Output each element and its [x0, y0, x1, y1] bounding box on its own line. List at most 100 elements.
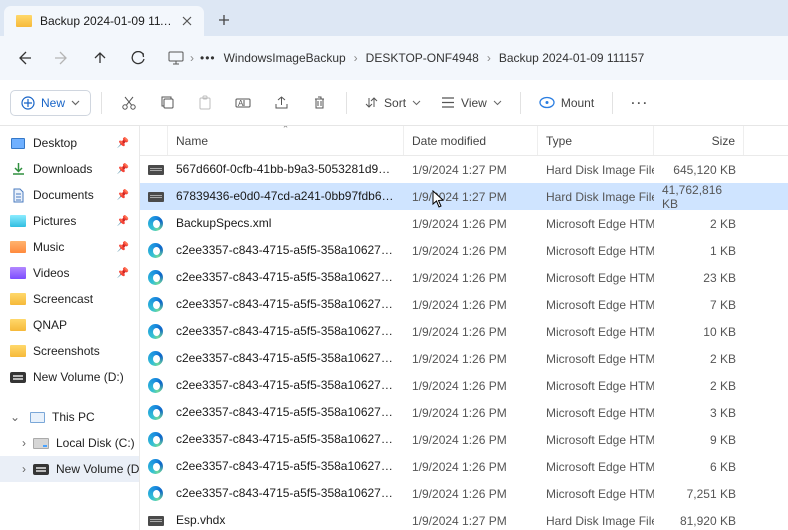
- chevron-right-icon[interactable]: ›: [354, 51, 358, 65]
- file-type: Microsoft Edge HTM...: [538, 352, 654, 366]
- navigation-pane: Desktop📌Downloads📌Documents📌Pictures📌Mus…: [0, 126, 140, 530]
- overflow-icon[interactable]: •••: [200, 51, 216, 65]
- copy-button[interactable]: [150, 87, 184, 119]
- file-row[interactable]: c2ee3357-c843-4715-a5f5-358a106278f2_Wri…: [140, 372, 788, 399]
- sidebar-item-icon: [10, 239, 26, 255]
- file-row[interactable]: c2ee3357-c843-4715-a5f5-358a106278f2_Add…: [140, 237, 788, 264]
- chevron-right-icon[interactable]: ›: [487, 51, 491, 65]
- address-bar[interactable]: › ••• WindowsImageBackup › DESKTOP-ONF49…: [168, 47, 646, 69]
- file-list[interactable]: Name ⌃ Date modified Type Size 567d660f-…: [140, 126, 788, 530]
- file-icon: [148, 486, 163, 502]
- column-header-type[interactable]: Type: [538, 126, 654, 155]
- sidebar-item[interactable]: Screenshots: [0, 338, 139, 364]
- file-row[interactable]: 67839436-e0d0-47cd-a241-0bb97fdb6647.vhd…: [140, 183, 788, 210]
- file-row[interactable]: c2ee3357-c843-4715-a5f5-358a106278f2_Com…: [140, 264, 788, 291]
- file-size: 645,120 KB: [654, 163, 744, 177]
- file-row[interactable]: BackupSpecs.xml1/9/2024 1:26 PMMicrosoft…: [140, 210, 788, 237]
- file-name: 67839436-e0d0-47cd-a241-0bb97fdb6647.vhd…: [168, 183, 404, 210]
- sidebar-item-label: New Volume (D:): [56, 462, 140, 476]
- file-row[interactable]: 567d660f-0cfb-41bb-b9a3-5053281d93da.vhd…: [140, 156, 788, 183]
- column-header-name[interactable]: Name ⌃: [168, 126, 404, 155]
- sidebar-item-label: Local Disk (C:): [56, 436, 135, 450]
- file-row[interactable]: c2ee3357-c843-4715-a5f5-358a106278f2_Wri…: [140, 426, 788, 453]
- delete-button[interactable]: [302, 87, 336, 119]
- more-button[interactable]: ···: [623, 87, 657, 119]
- file-date: 1/9/2024 1:27 PM: [404, 190, 538, 204]
- rename-button[interactable]: A: [226, 87, 260, 119]
- column-header-size[interactable]: Size: [654, 126, 744, 155]
- file-date: 1/9/2024 1:26 PM: [404, 433, 538, 447]
- sidebar-item-label: Downloads: [33, 162, 92, 176]
- sidebar-item[interactable]: Videos📌: [0, 260, 139, 286]
- breadcrumb[interactable]: Backup 2024-01-09 111157: [497, 47, 646, 69]
- sort-label: Sort: [384, 96, 406, 110]
- sidebar-item-label: Desktop: [33, 136, 77, 150]
- up-button[interactable]: [82, 41, 118, 75]
- file-row[interactable]: c2ee3357-c843-4715-a5f5-358a106278f2_Wri…: [140, 318, 788, 345]
- chevron-right-icon[interactable]: ›: [22, 436, 26, 450]
- drive-icon: [33, 435, 49, 451]
- file-icon: [148, 189, 164, 205]
- sidebar-item-icon: [10, 187, 26, 203]
- sidebar-item[interactable]: QNAP: [0, 312, 139, 338]
- breadcrumb[interactable]: DESKTOP-ONF4948: [364, 47, 481, 69]
- file-name: c2ee3357-c843-4715-a5f5-358a106278f2_Wri…: [168, 372, 404, 399]
- refresh-button[interactable]: [120, 41, 156, 75]
- file-row[interactable]: c2ee3357-c843-4715-a5f5-358a106278f2_Reg…: [140, 291, 788, 318]
- file-date: 1/9/2024 1:26 PM: [404, 217, 538, 231]
- file-row[interactable]: c2ee3357-c843-4715-a5f5-358a106278f2_Wri…: [140, 453, 788, 480]
- chevron-right-icon[interactable]: ›: [190, 51, 194, 65]
- sidebar-item-label: Screencast: [33, 292, 93, 306]
- svg-text:A: A: [238, 99, 244, 108]
- mount-label: Mount: [561, 96, 594, 110]
- forward-button[interactable]: [44, 41, 80, 75]
- sidebar-item[interactable]: New Volume (D:): [0, 364, 139, 390]
- sidebar-this-pc[interactable]: ⌄ This PC: [0, 404, 139, 430]
- view-button[interactable]: View: [433, 92, 510, 114]
- column-header-icon[interactable]: [140, 126, 168, 155]
- window-tab[interactable]: Backup 2024-01-09 111157: [4, 6, 204, 36]
- new-button[interactable]: New: [10, 90, 91, 116]
- file-date: 1/9/2024 1:26 PM: [404, 325, 538, 339]
- chevron-right-icon[interactable]: ›: [22, 462, 26, 476]
- file-type: Microsoft Edge HTM...: [538, 487, 654, 501]
- sidebar-item[interactable]: Downloads📌: [0, 156, 139, 182]
- file-date: 1/9/2024 1:26 PM: [404, 487, 538, 501]
- breadcrumb[interactable]: WindowsImageBackup: [222, 47, 348, 69]
- sidebar-item[interactable]: Music📌: [0, 234, 139, 260]
- chevron-down-icon[interactable]: ⌄: [10, 410, 22, 424]
- close-icon[interactable]: [180, 14, 194, 28]
- file-name: c2ee3357-c843-4715-a5f5-358a106278f2_Wri…: [168, 345, 404, 372]
- back-button[interactable]: [6, 41, 42, 75]
- file-date: 1/9/2024 1:27 PM: [404, 163, 538, 177]
- drive-icon: [33, 461, 49, 477]
- file-row[interactable]: c2ee3357-c843-4715-a5f5-358a106278f2_Wri…: [140, 399, 788, 426]
- file-row[interactable]: c2ee3357-c843-4715-a5f5-358a106278f2_Wri…: [140, 345, 788, 372]
- column-headers: Name ⌃ Date modified Type Size: [140, 126, 788, 156]
- sidebar-item-icon: [10, 317, 26, 333]
- sidebar-item-label: QNAP: [33, 318, 67, 332]
- sort-ascending-icon: ⌃: [282, 126, 290, 135]
- sidebar-item[interactable]: Desktop📌: [0, 130, 139, 156]
- sidebar-item[interactable]: Pictures📌: [0, 208, 139, 234]
- sidebar-item[interactable]: Documents📌: [0, 182, 139, 208]
- file-type: Microsoft Edge HTM...: [538, 244, 654, 258]
- paste-button[interactable]: [188, 87, 222, 119]
- file-type: Hard Disk Image File: [538, 163, 654, 177]
- file-size: 41,762,816 KB: [654, 183, 744, 211]
- new-tab-button[interactable]: [210, 6, 238, 34]
- file-size: 1 KB: [654, 244, 744, 258]
- column-header-date[interactable]: Date modified: [404, 126, 538, 155]
- sidebar-drive[interactable]: › New Volume (D:): [0, 456, 139, 482]
- cut-button[interactable]: [112, 87, 146, 119]
- sidebar-item[interactable]: Screencast: [0, 286, 139, 312]
- file-type: Microsoft Edge HTM...: [538, 325, 654, 339]
- sidebar-item-icon: [10, 343, 26, 359]
- separator: [101, 92, 102, 114]
- sort-button[interactable]: Sort: [357, 92, 429, 114]
- share-button[interactable]: [264, 87, 298, 119]
- mount-button[interactable]: Mount: [531, 92, 602, 114]
- file-row[interactable]: c2ee3357-c843-4715-a5f5-358a106278f2_Wri…: [140, 480, 788, 507]
- file-row[interactable]: Esp.vhdx1/9/2024 1:27 PMHard Disk Image …: [140, 507, 788, 530]
- sidebar-drive[interactable]: › Local Disk (C:): [0, 430, 139, 456]
